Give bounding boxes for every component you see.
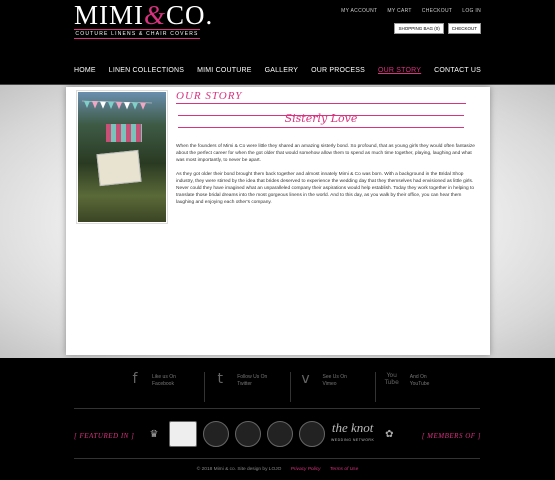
my-cart-link[interactable]: MY CART bbox=[387, 8, 411, 14]
footer-divider bbox=[74, 458, 480, 459]
brand-ampersand: & bbox=[144, 0, 167, 30]
youtube-icon: You Tube bbox=[384, 372, 399, 386]
brand-name-left: MIMI bbox=[74, 0, 144, 30]
copyright-line: © 2018 Mimi & co. Site design by LOJO Pr… bbox=[0, 467, 555, 472]
brand-logo[interactable]: MIMI&CO. bbox=[74, 0, 213, 31]
shopping-bag-button[interactable]: SHOPPING BAG (0) bbox=[394, 23, 444, 34]
facebook-icon: f bbox=[132, 371, 138, 387]
site-header: MIMI&CO. COUTURE LINENS & CHAIR COVERS M… bbox=[0, 0, 555, 85]
award-seal-icon[interactable] bbox=[235, 421, 261, 447]
brand-name-right: CO. bbox=[166, 0, 214, 30]
certification-seal-icon[interactable] bbox=[299, 421, 325, 447]
my-account-link[interactable]: MY ACCOUNT bbox=[341, 8, 377, 14]
social-links: f Like us On Facebook t Follow Us On Twitt… bbox=[120, 372, 460, 402]
sisterly-love-banner: Sisterly Love bbox=[178, 111, 464, 133]
sign-graphic bbox=[96, 149, 142, 187]
cart-buttons: SHOPPING BAG (0) CHECKOUT bbox=[394, 23, 481, 34]
terms-of-use-link[interactable]: Terms of Use bbox=[330, 467, 358, 472]
site-footer: f Like us On Facebook t Follow Us On Twitt… bbox=[0, 358, 555, 480]
twitter-icon: t bbox=[217, 371, 224, 387]
members-of-label: [ MEMBERS OF ] bbox=[421, 432, 481, 440]
bunting-graphic bbox=[82, 100, 152, 110]
main-nav: HOME LINEN COLLECTIONS MIMI COUTURE GALL… bbox=[0, 60, 555, 85]
footer-divider bbox=[74, 408, 480, 409]
social-youtube[interactable]: You Tube And On YouTube bbox=[376, 372, 460, 402]
page-title: OUR STORY bbox=[176, 90, 243, 102]
association-seal-icon[interactable] bbox=[267, 421, 293, 447]
story-paragraph: As they got older their bond brought the… bbox=[176, 171, 475, 206]
badge-logo-icon[interactable] bbox=[203, 421, 229, 447]
bottles-graphic bbox=[106, 124, 142, 142]
featured-in-label: [ FEATURED IN ] bbox=[74, 432, 135, 440]
script-logo-icon[interactable]: ✿ bbox=[380, 422, 398, 446]
nav-gallery[interactable]: GALLERY bbox=[265, 67, 299, 74]
nav-our-story[interactable]: OUR STORY bbox=[378, 67, 421, 74]
nav-contact-us[interactable]: CONTACT US bbox=[434, 67, 481, 74]
magazine-logo-icon[interactable] bbox=[169, 421, 197, 447]
story-paragraph: When the founders of Mimi & Co were litt… bbox=[176, 144, 475, 164]
nav-home[interactable]: HOME bbox=[74, 67, 96, 74]
privacy-policy-link[interactable]: Privacy Policy bbox=[291, 467, 321, 472]
login-link[interactable]: LOG IN bbox=[462, 8, 481, 14]
story-photo bbox=[76, 90, 168, 224]
nav-linen-collections[interactable]: LINEN COLLECTIONS bbox=[109, 67, 184, 74]
dress-logo-icon[interactable]: ♛ bbox=[145, 422, 163, 446]
checkout-link[interactable]: CHECKOUT bbox=[422, 8, 452, 14]
account-links: MY ACCOUNT MY CART CHECKOUT LOG IN bbox=[341, 8, 481, 14]
social-facebook[interactable]: f Like us On Facebook bbox=[120, 371, 206, 402]
copyright-text: © 2018 Mimi & co. Site design by LOJO bbox=[196, 467, 282, 472]
brand-tagline: COUTURE LINENS & CHAIR COVERS bbox=[74, 29, 200, 39]
vimeo-icon: v bbox=[301, 371, 310, 387]
content-panel: OUR STORY Sisterly Love When the founder… bbox=[66, 87, 490, 355]
social-twitter[interactable]: t Follow Us On Twitter bbox=[205, 371, 291, 402]
press-logos: ♛ the knot WEDDING NETWORK ✿ bbox=[145, 420, 415, 448]
checkout-button[interactable]: CHECKOUT bbox=[447, 23, 481, 34]
nav-mimi-couture[interactable]: MIMI COUTURE bbox=[197, 67, 252, 74]
title-divider bbox=[176, 103, 466, 104]
story-text: When the founders of Mimi & Co were litt… bbox=[176, 143, 476, 213]
the-knot-logo[interactable]: the knot WEDDING NETWORK bbox=[331, 421, 374, 446]
social-vimeo[interactable]: v See Us On Vimeo bbox=[291, 372, 376, 402]
banner-text: Sisterly Love bbox=[284, 112, 358, 125]
nav-our-process[interactable]: OUR PROCESS bbox=[311, 67, 365, 74]
